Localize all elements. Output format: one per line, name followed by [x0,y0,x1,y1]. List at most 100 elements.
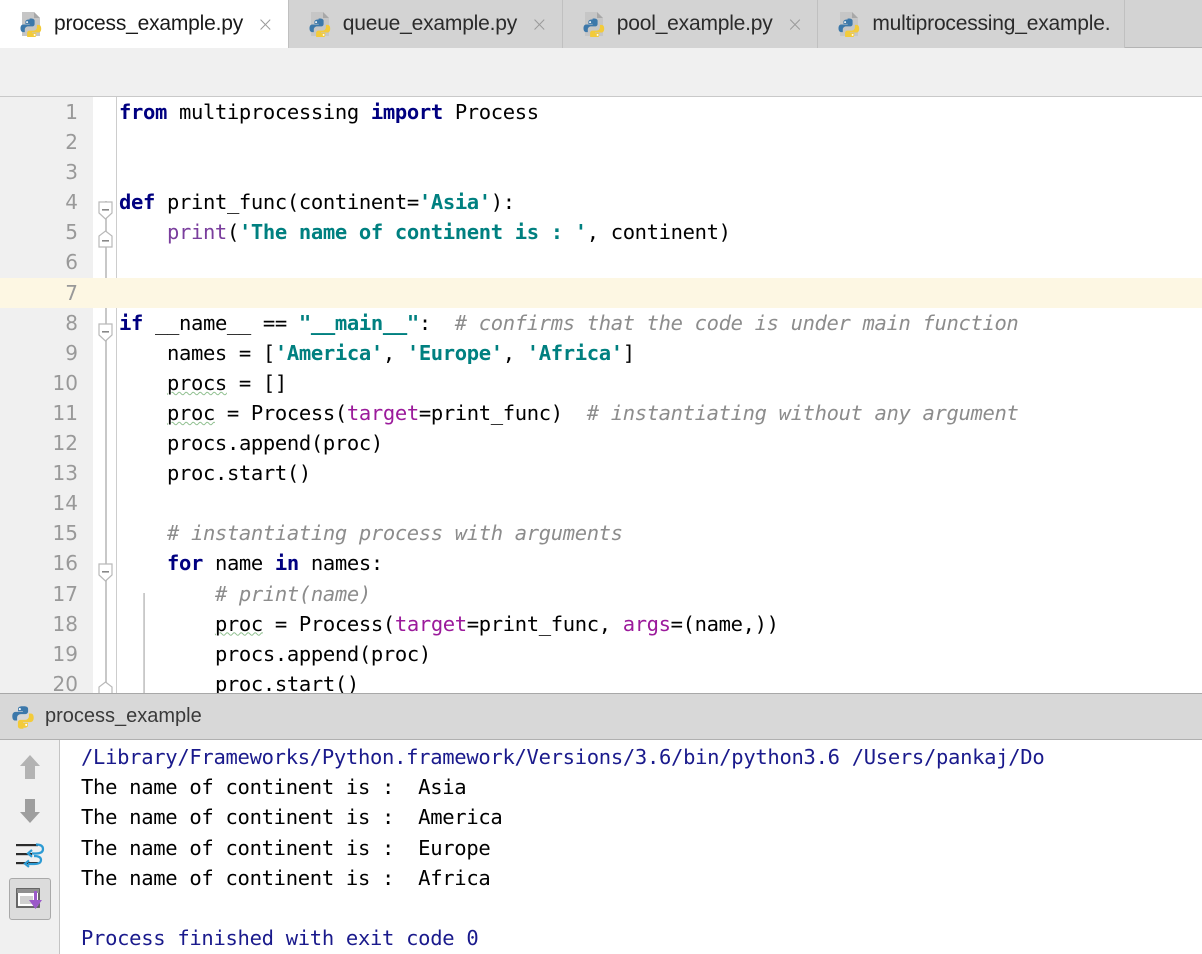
line-number: 20 [52,671,78,693]
line-number: 15 [52,521,78,546]
editor-tab-label: multiprocessing_example. [872,12,1111,35]
line-number: 16 [52,551,78,576]
arrow-down-icon [20,799,40,823]
python-file-icon [309,12,330,37]
editor-tab-label: pool_example.py [616,12,773,35]
line-number: 3 [65,160,78,185]
line-code: def print_func(continent='Asia'): [119,190,515,215]
line-code: for name in names: [166,551,383,576]
console-command-line[interactable]: /Library/Frameworks/Python.framework/Ver… [61,742,1202,772]
line-code: from multiprocessing import Process [119,100,539,124]
line-code: # print(name) [214,581,371,606]
code-line[interactable]: 11 proc = Process(target=print_func) # i… [0,398,1202,428]
scroll-down-button[interactable] [9,790,51,832]
console-output-line: The name of continent is : America [81,805,503,830]
code-line[interactable]: 20 proc.start() [0,669,1202,693]
arrow-up-icon [20,755,40,779]
line-number: 4 [65,190,78,215]
line-number: 5 [65,220,78,245]
line-code: procs.append(proc) [166,431,383,456]
python-file-icon [838,12,860,37]
scroll-to-end-button[interactable] [9,878,51,920]
scroll-to-end-icon [16,888,42,909]
pycharm-window: process_example.py × queue_example.py × po… [0,0,1202,954]
code-line[interactable]: 19 procs.append(proc) [0,639,1202,669]
line-number: 18 [52,611,78,636]
code-line[interactable]: 10 procs = [] [0,368,1202,398]
line-code: proc = Process(target=print_func, args=(… [214,611,779,636]
code-line[interactable]: 13 proc.start() [0,458,1202,488]
line-code: proc.start() [166,461,311,486]
line-number: 9 [65,340,78,365]
editor-tab-process-example-py[interactable]: process_example.py × [0,0,289,48]
code-line[interactable]: 9 names = ['America', 'Europe', 'Africa'… [0,338,1202,368]
soft-wrap-button[interactable] [9,834,51,876]
close-icon[interactable]: × [257,14,274,34]
run-console-panel: process_example /Library/Frameworks/Pyth… [0,693,1202,954]
editor-tab-multiprocessing-example-[interactable]: multiprocessing_example. [818,0,1126,48]
soft-wrap-icon [16,843,45,868]
editor-tab-bar: process_example.py × queue_example.py × po… [0,0,1202,48]
line-code: print('The name of continent is : ', con… [166,220,731,245]
line-code: procs.append(proc) [214,641,431,666]
code-editor[interactable]: 1 from multiprocessing import Process 2 3 … [0,97,1202,693]
python-file-icon [583,12,604,37]
line-number: 1 [65,100,78,124]
console-tab-header[interactable]: process_example [0,694,1202,740]
console-output-line: The name of continent is : Europe [81,835,491,860]
code-line[interactable]: 2 [0,127,1202,157]
line-number: 2 [65,130,78,155]
console-output-line: The name of continent is : Asia [81,775,467,800]
code-lines[interactable]: 1 from multiprocessing import Process 2 3 … [0,97,1202,693]
code-line[interactable]: 16 for name in names: [0,548,1202,578]
line-code: procs = [] [166,370,287,395]
code-line[interactable]: 5 print('The name of continent is : ', c… [0,217,1202,247]
console-toolbar [0,740,60,954]
line-code: names = ['America', 'Europe', 'Africa'] [166,340,635,365]
line-number: 7 [65,280,78,305]
line-number: 19 [52,641,78,666]
console-tab-label: process_example [45,705,202,727]
line-code: proc.start() [214,671,359,693]
editor-tab-pool-example-py[interactable]: pool_example.py × [562,0,819,48]
close-icon[interactable]: × [531,14,548,34]
code-line[interactable]: 12 procs.append(proc) [0,428,1202,458]
scroll-up-button[interactable] [9,746,51,788]
code-line[interactable]: 6 [0,247,1202,277]
console-output-line: The name of continent is : Africa [81,865,491,890]
python-file-icon [20,12,42,37]
close-icon[interactable]: × [787,14,804,34]
code-line[interactable]: 3 [0,157,1202,187]
line-number: 8 [65,310,78,335]
line-number: 13 [52,461,78,486]
code-line[interactable]: 4 def print_func(continent='Asia'): [0,187,1202,217]
line-code: if __name__ == "__main__": # confirms th… [119,310,1019,335]
editor-tab-queue-example-py[interactable]: queue_example.py × [288,0,563,48]
line-number: 11 [52,400,78,425]
code-line[interactable]: 7 [0,277,1202,308]
code-line[interactable]: 17 # print(name) [0,579,1202,609]
code-line[interactable]: 8 if __name__ == "__main__": # confirms t… [0,308,1202,338]
code-line[interactable]: 1 from multiprocessing import Process [0,97,1202,127]
python-icon [12,705,34,729]
line-code: # instantiating process with arguments [166,521,623,546]
current-line-highlight [0,277,1202,308]
console-output[interactable]: /Library/Frameworks/Python.framework/Ver… [61,740,1202,954]
line-code: proc = Process(target=print_func) # inst… [166,400,1019,425]
line-number: 17 [52,581,78,606]
code-line[interactable]: 15 # instantiating process with argument… [0,518,1202,548]
line-number: 14 [52,491,78,516]
line-number: 6 [65,250,78,275]
console-exit-line: Process finished with exit code 0 [81,926,479,951]
toolbar-bottom-strip [0,947,60,954]
line-number: 12 [52,431,78,456]
line-number: 10 [52,370,78,395]
code-line[interactable]: 18 proc = Process(target=print_func, arg… [0,609,1202,639]
code-line[interactable]: 14 [0,488,1202,518]
